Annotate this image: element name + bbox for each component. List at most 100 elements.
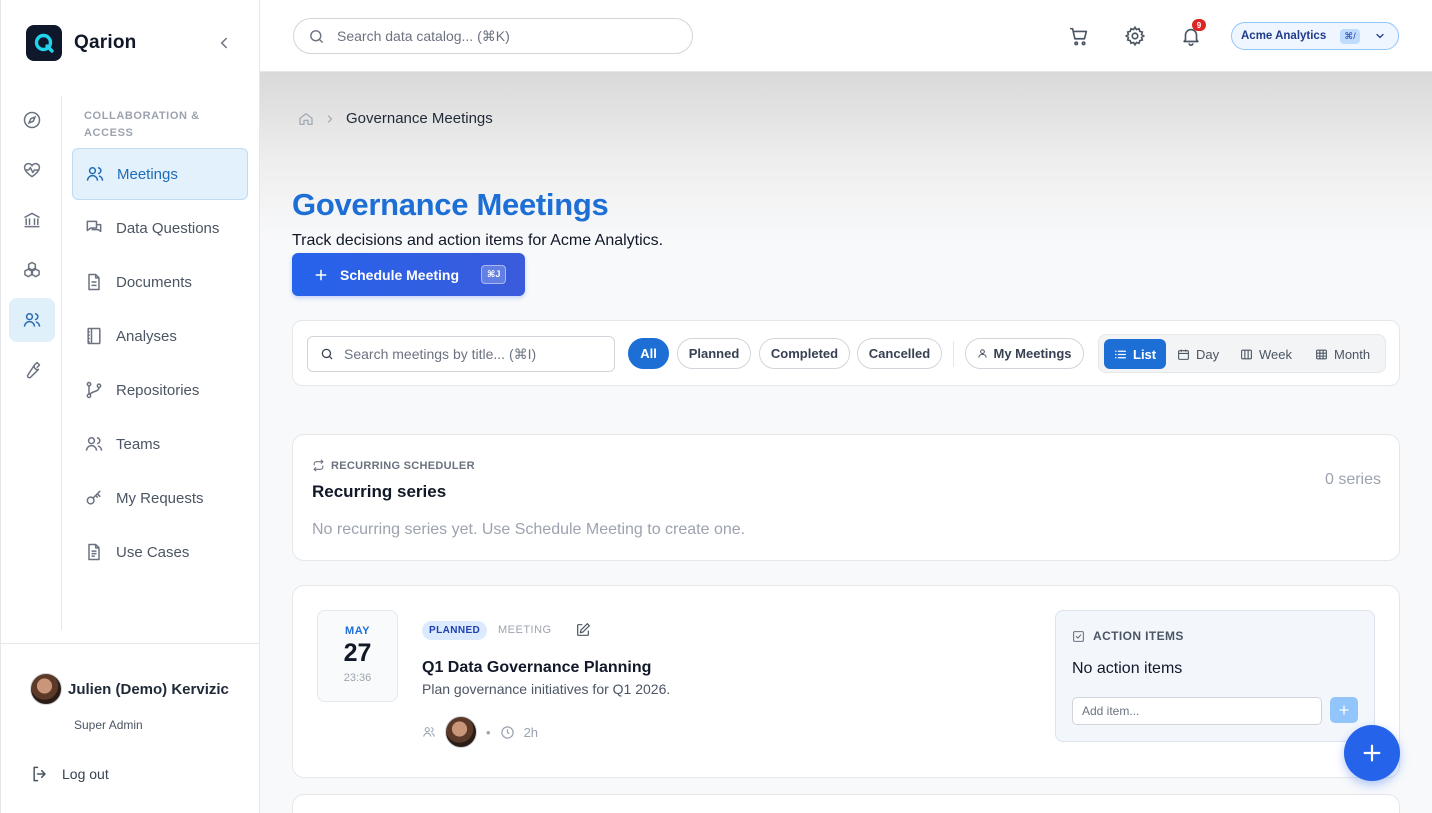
search-input[interactable] bbox=[337, 28, 667, 44]
user-profile[interactable]: Julien (Demo) Kervizic bbox=[30, 673, 229, 705]
avatar[interactable] bbox=[445, 716, 477, 748]
view-label: Month bbox=[1334, 346, 1371, 362]
cubes-icon[interactable] bbox=[9, 248, 55, 292]
rail-divider bbox=[61, 96, 62, 630]
brand[interactable]: Qarion bbox=[26, 25, 136, 61]
sidebar-item-label: Use Cases bbox=[116, 543, 190, 561]
sidebar-item-label: Analyses bbox=[116, 327, 177, 345]
schedule-meeting-button[interactable]: Schedule Meeting ⌘J bbox=[292, 253, 525, 296]
breadcrumb-current: Governance Meetings bbox=[346, 110, 493, 127]
compass-icon[interactable] bbox=[9, 98, 55, 142]
bank-icon[interactable] bbox=[9, 198, 55, 242]
meeting-card[interactable]: MAY 27 23:36 PLANNED MEETING Q1 Data Gov… bbox=[292, 585, 1400, 778]
sidebar-item-label: Repositories bbox=[116, 381, 200, 399]
action-items-heading-label: ACTION ITEMS bbox=[1093, 629, 1184, 643]
page-title: Governance Meetings bbox=[292, 187, 609, 222]
sidebar-item-my-requests[interactable]: My Requests bbox=[72, 472, 248, 524]
users-icon bbox=[85, 164, 105, 184]
recurring-title: Recurring series bbox=[312, 482, 447, 501]
filter-all[interactable]: All bbox=[628, 338, 669, 369]
sidebar-item-use-cases[interactable]: Use Cases bbox=[72, 526, 248, 578]
view-day[interactable]: Day bbox=[1167, 339, 1229, 369]
action-items-empty: No action items bbox=[1072, 660, 1183, 677]
meeting-title[interactable]: Q1 Data Governance Planning bbox=[422, 659, 651, 677]
search-icon bbox=[320, 347, 334, 361]
sidebar-item-label: Teams bbox=[116, 435, 161, 453]
recurring-eyebrow: RECURRING SCHEDULER bbox=[312, 459, 475, 472]
sidebar-item-label: Data Questions bbox=[116, 219, 220, 237]
grid-icon bbox=[1315, 348, 1328, 361]
view-label: List bbox=[1133, 346, 1157, 362]
wrench-icon[interactable] bbox=[9, 348, 55, 392]
view-list[interactable]: List bbox=[1104, 339, 1167, 369]
sidebar-item-teams[interactable]: Teams bbox=[72, 418, 248, 470]
gear-icon[interactable] bbox=[1124, 25, 1146, 47]
filter-bar: All Planned Completed Cancelled My Meeti… bbox=[292, 320, 1400, 386]
sidebar-nav: COLLABORATION & ACCESS Meetings Data Que… bbox=[72, 108, 248, 580]
sidebar-item-documents[interactable]: Documents bbox=[72, 256, 248, 308]
meeting-date: MAY 27 23:36 bbox=[317, 610, 398, 702]
floating-add-button[interactable] bbox=[1344, 725, 1400, 781]
meeting-search[interactable] bbox=[307, 336, 615, 372]
sidebar-item-repositories[interactable]: Repositories bbox=[72, 364, 248, 416]
filter-completed[interactable]: Completed bbox=[759, 338, 850, 369]
meeting-search-input[interactable] bbox=[344, 346, 604, 362]
separator-dot: • bbox=[486, 724, 491, 740]
user-icon bbox=[977, 348, 988, 359]
add-action-item-button[interactable] bbox=[1330, 697, 1358, 723]
logout-icon bbox=[30, 764, 50, 784]
users-icon[interactable] bbox=[9, 298, 55, 342]
heart-pulse-icon[interactable] bbox=[9, 148, 55, 192]
notebook-icon bbox=[84, 326, 104, 346]
app-name: Qarion bbox=[74, 32, 137, 53]
breadcrumb: Governance Meetings bbox=[298, 110, 493, 127]
catalog-search[interactable] bbox=[293, 18, 693, 54]
file-text-icon bbox=[84, 542, 104, 562]
view-month[interactable]: Month bbox=[1305, 339, 1380, 369]
qarion-logo-icon bbox=[26, 25, 62, 61]
key-icon bbox=[84, 488, 104, 508]
plus-icon bbox=[1361, 742, 1383, 764]
org-shortcut: ⌘/ bbox=[1340, 28, 1360, 44]
sidebar-item-analyses[interactable]: Analyses bbox=[72, 310, 248, 362]
meeting-description: Plan governance initiatives for Q1 2026. bbox=[422, 681, 671, 697]
sidebar-item-meetings[interactable]: Meetings bbox=[72, 148, 248, 200]
logout-button[interactable]: Log out bbox=[30, 764, 109, 784]
view-label: Week bbox=[1259, 346, 1292, 362]
sidebar: Qarion COLLABORATION & ACCESS Meetings D… bbox=[0, 0, 260, 813]
filter-cancelled[interactable]: Cancelled bbox=[857, 338, 942, 369]
view-week[interactable]: Week bbox=[1230, 339, 1302, 369]
filter-planned[interactable]: Planned bbox=[677, 338, 751, 369]
meeting-type: MEETING bbox=[498, 624, 552, 636]
view-label: Day bbox=[1196, 346, 1220, 362]
home-icon[interactable] bbox=[298, 111, 314, 127]
meeting-day: 27 bbox=[343, 639, 372, 667]
repeat-icon bbox=[312, 459, 325, 472]
action-items-panel: ACTION ITEMS No action items bbox=[1055, 610, 1375, 742]
checkbox-icon bbox=[1072, 630, 1085, 643]
add-action-item-input[interactable] bbox=[1072, 697, 1322, 725]
plus-icon bbox=[1338, 704, 1350, 716]
my-meetings-toggle[interactable]: My Meetings bbox=[965, 338, 1084, 369]
divider bbox=[953, 341, 954, 367]
avatar bbox=[30, 673, 62, 705]
logout-label: Log out bbox=[62, 766, 109, 782]
action-items-heading: ACTION ITEMS bbox=[1072, 629, 1184, 643]
document-icon bbox=[84, 272, 104, 292]
meeting-card[interactable] bbox=[292, 794, 1400, 813]
icon-rail bbox=[9, 98, 55, 398]
git-branch-icon bbox=[84, 380, 104, 400]
clock-icon bbox=[500, 725, 515, 740]
collapse-sidebar-icon[interactable] bbox=[215, 34, 233, 52]
org-switcher[interactable]: Acme Analytics ⌘/ bbox=[1231, 22, 1399, 50]
list-icon bbox=[1114, 348, 1127, 361]
recurring-series-card: RECURRING SCHEDULER Recurring series 0 s… bbox=[292, 434, 1400, 561]
sidebar-item-label: Meetings bbox=[117, 165, 178, 183]
recurring-count: 0 series bbox=[1324, 471, 1381, 488]
columns-icon bbox=[1240, 348, 1253, 361]
edit-icon[interactable] bbox=[575, 622, 591, 638]
cart-icon[interactable] bbox=[1068, 25, 1090, 47]
sidebar-item-data-questions[interactable]: Data Questions bbox=[72, 202, 248, 254]
user-role: Super Admin bbox=[74, 718, 143, 732]
user-name: Julien (Demo) Kervizic bbox=[68, 680, 229, 698]
